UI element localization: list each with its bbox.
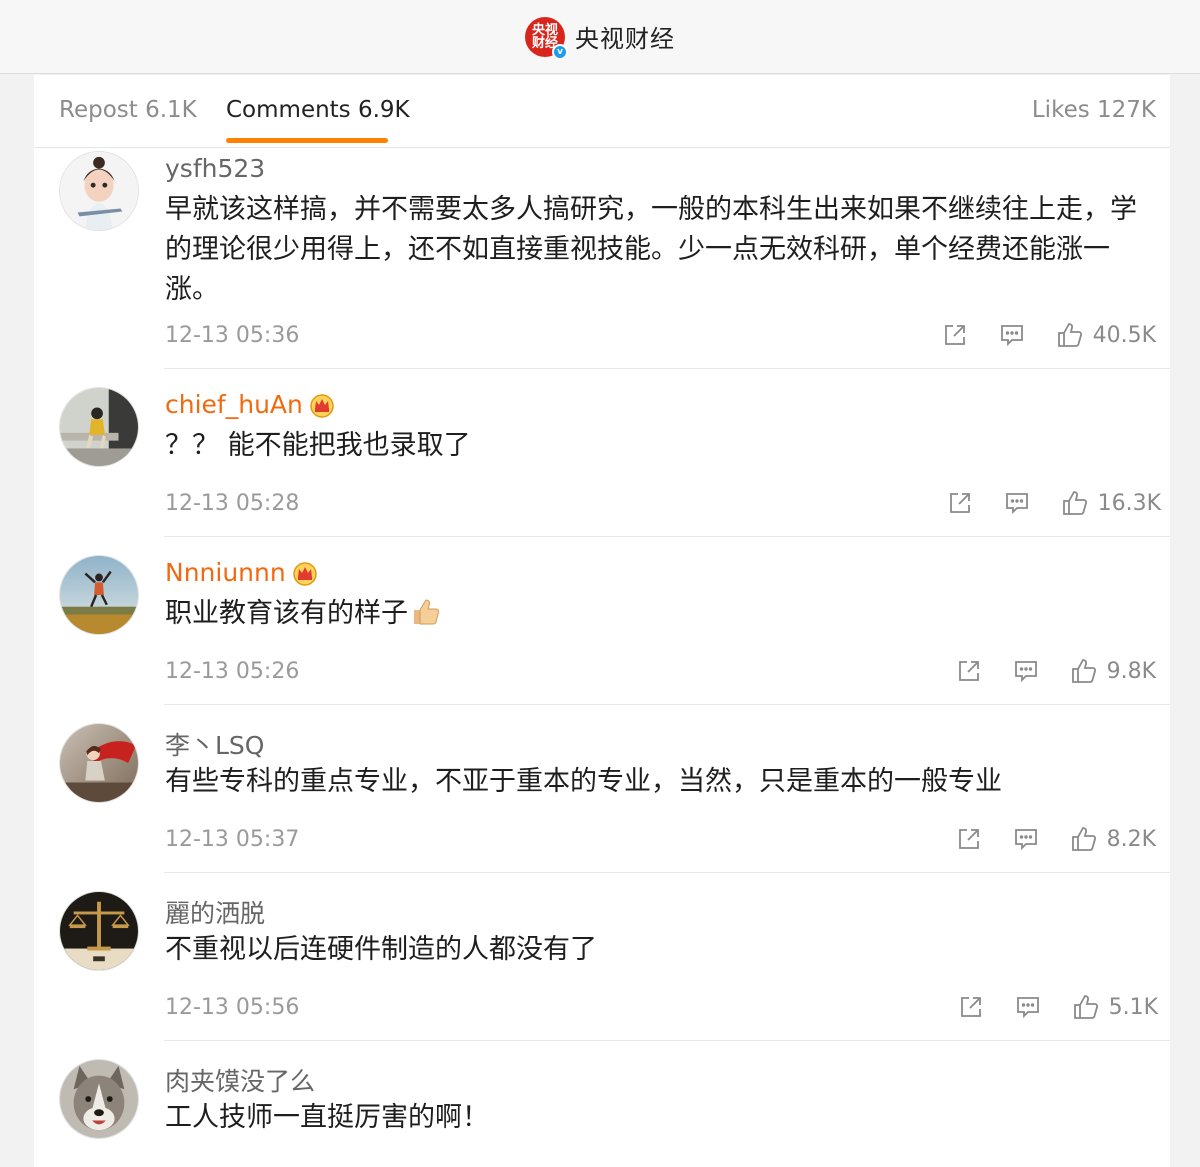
comment-text: ？？ 能不能把我也录取了 [165, 430, 471, 461]
like-button[interactable]: 40.5K [1056, 321, 1156, 349]
person-sitting-avatar[interactable] [59, 387, 139, 467]
username[interactable]: chief_huAn [165, 390, 303, 419]
username-row: Nnniunnn [165, 558, 318, 587]
person-jumping-field-avatar[interactable] [59, 555, 139, 635]
comment-text: 工人技师一直挺厉害的啊！ [165, 1102, 489, 1133]
like-button[interactable]: 16.3K [1061, 489, 1161, 517]
comment-item: Nnniunnn 职业教育该有的样子 12-13 05:26 9.8K [34, 537, 1170, 705]
comments-panel: Repost 6.1K Comments 6.9K Likes 127K ysf… [34, 75, 1170, 1167]
tab-likes[interactable]: Likes 127K [1032, 97, 1156, 123]
like-count: 8.2K [1106, 826, 1156, 852]
comment-icon[interactable] [999, 322, 1025, 348]
comment-text-body: 职业教育该有的样子 [165, 598, 408, 629]
cartoon-girl-avatar[interactable] [59, 151, 139, 231]
scales-avatar[interactable] [59, 891, 139, 971]
thumbs-up-emoji-icon [410, 597, 442, 627]
like-count: 9.8K [1106, 658, 1156, 684]
account-logo[interactable]: 央视财经 v [525, 16, 568, 60]
username-row: 麗的洒脱 [165, 894, 265, 930]
share-icon[interactable] [947, 490, 973, 516]
comment-icon[interactable] [1013, 658, 1039, 684]
comment-actions: 9.8K [925, 657, 1156, 685]
comment-item: ysfh523 早就该这样搞，并不需要太多人搞研究，一般的本科生出来如果不继续往… [34, 149, 1170, 369]
like-button[interactable]: 5.1K [1072, 993, 1158, 1021]
like-button[interactable]: 8.2K [1070, 825, 1156, 853]
tab-comments[interactable]: Comments 6.9K [226, 97, 410, 123]
comment-time: 12-13 05:56 [165, 995, 300, 1020]
top-bar: 央视财经 v 央视财经 [0, 0, 1200, 74]
tab-bar: Repost 6.1K Comments 6.9K Likes 127K [34, 75, 1170, 148]
thumbs-up-icon [1061, 489, 1089, 517]
like-count: 16.3K [1097, 490, 1161, 516]
verified-badge-icon: v [552, 43, 568, 60]
thumbs-up-icon [1072, 993, 1100, 1021]
comment-icon[interactable] [1015, 994, 1041, 1020]
comment-text: 有些专科的重点专业，不亚于重本的专业，当然，只是重本的一般专业 [165, 766, 1002, 797]
vip-crown-icon [292, 560, 318, 586]
username-row: chief_huAn [165, 390, 335, 419]
dog-avatar[interactable] [59, 1059, 139, 1139]
comment-item: 麗的洒脱 不重视以后连硬件制造的人都没有了 12-13 05:56 5.1K [34, 873, 1170, 1041]
like-button[interactable]: 9.8K [1070, 657, 1156, 685]
comment-text: 职业教育该有的样子 [165, 594, 1155, 634]
comment-actions: 16.3K [916, 489, 1161, 517]
tab-repost[interactable]: Repost 6.1K [59, 97, 197, 123]
thumbs-up-icon [1070, 825, 1098, 853]
share-icon[interactable] [956, 826, 982, 852]
like-count: 40.5K [1092, 322, 1156, 348]
username[interactable]: 肉夹馍没了么 [165, 1062, 315, 1098]
comment-actions: 8.2K [925, 825, 1156, 853]
username-row: 李丶LSQ [165, 726, 264, 762]
username[interactable]: 麗的洒脱 [165, 894, 265, 930]
comment-item: 肉夹馍没了么 工人技师一直挺厉害的啊！ [34, 1041, 1170, 1167]
username[interactable]: ysfh523 [165, 154, 265, 183]
comment-actions: 40.5K [911, 321, 1156, 349]
active-tab-indicator [226, 138, 388, 143]
thumbs-up-icon [1056, 321, 1084, 349]
share-icon[interactable] [956, 658, 982, 684]
thumbs-up-icon [1070, 657, 1098, 685]
share-icon[interactable] [958, 994, 984, 1020]
comment-text: 早就该这样搞，并不需要太多人搞研究，一般的本科生出来如果不继续往上走，学的理论很… [165, 194, 1137, 305]
girl-red-cape-avatar[interactable] [59, 723, 139, 803]
comment-time: 12-13 05:37 [165, 827, 300, 852]
comment-icon[interactable] [1013, 826, 1039, 852]
username-row: ysfh523 [165, 154, 265, 183]
comment-time: 12-13 05:26 [165, 659, 300, 684]
comment-icon[interactable] [1004, 490, 1030, 516]
like-count: 5.1K [1108, 994, 1158, 1020]
comment-text: 不重视以后连硬件制造的人都没有了 [165, 934, 597, 965]
account-name[interactable]: 央视财经 [575, 19, 675, 54]
comment-time: 12-13 05:36 [165, 323, 300, 348]
username[interactable]: 李丶LSQ [165, 726, 264, 762]
share-icon[interactable] [942, 322, 968, 348]
comment-item: chief_huAn ？？ 能不能把我也录取了 12-13 05:28 16.3… [34, 369, 1170, 537]
username[interactable]: Nnniunnn [165, 558, 286, 587]
comment-item: 李丶LSQ 有些专科的重点专业，不亚于重本的专业，当然，只是重本的一般专业 12… [34, 705, 1170, 873]
username-row: 肉夹馍没了么 [165, 1062, 315, 1098]
comment-time: 12-13 05:28 [165, 491, 300, 516]
vip-crown-icon [309, 392, 335, 418]
comment-actions: 5.1K [927, 993, 1158, 1021]
